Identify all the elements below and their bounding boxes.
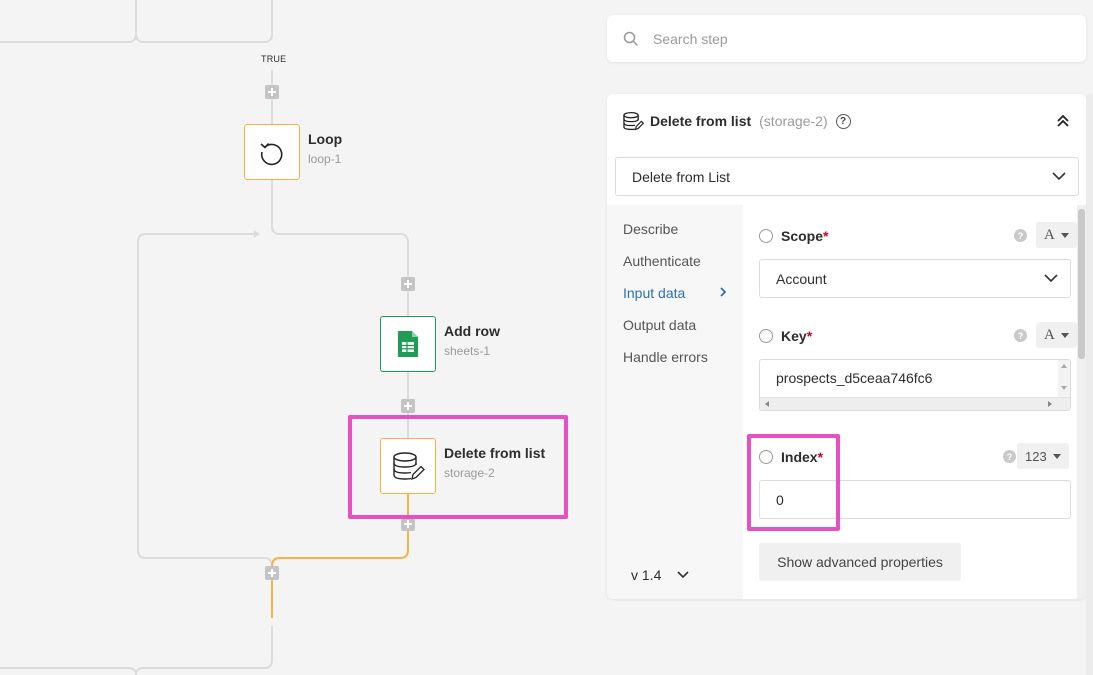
scope-type-toggle[interactable]: A (1036, 222, 1077, 248)
key-textarea-vscroll[interactable] (1058, 360, 1070, 398)
add-row-node[interactable] (380, 316, 436, 372)
key-radio[interactable] (759, 329, 773, 343)
loop-node-title: Loop (308, 131, 343, 147)
help-icon[interactable]: ? (835, 113, 851, 129)
add-step-button[interactable] (401, 277, 415, 291)
key-label: Key* (781, 328, 813, 344)
search-step-bar (607, 15, 1086, 62)
chevron-right-icon (720, 287, 727, 297)
index-input[interactable]: 0 (759, 480, 1071, 519)
scope-select[interactable]: Account (759, 259, 1071, 298)
key-textarea-hscroll[interactable] (760, 397, 1070, 410)
help-icon[interactable]: ? (1014, 329, 1027, 342)
add-row-node-id: sheets-1 (444, 344, 491, 358)
panel-title: Delete from list (650, 113, 752, 129)
database-edit-icon (623, 111, 644, 131)
scope-select-value: Account (776, 270, 827, 287)
add-step-button[interactable] (265, 566, 279, 580)
tab-output-data[interactable]: Output data (623, 317, 696, 333)
operation-select-value: Delete from List (632, 168, 731, 185)
index-label: Index* (781, 449, 824, 465)
collapse-panel-icon[interactable] (1054, 112, 1072, 130)
chevron-down-icon (677, 571, 689, 579)
search-icon (623, 31, 639, 46)
add-step-button[interactable] (265, 85, 279, 99)
connector-lines (0, 0, 409, 675)
panel-header: Delete from list (storage-2) ? (607, 94, 1086, 148)
loop-node-id: loop-1 (308, 152, 342, 166)
scope-radio[interactable] (759, 229, 773, 243)
help-icon[interactable]: ? (1014, 229, 1027, 242)
loop-icon (260, 142, 283, 166)
index-value: 0 (776, 491, 784, 508)
form-scrollbar-thumb[interactable] (1078, 209, 1085, 359)
key-textarea[interactable]: prospects_d5ceaa746fc6 (759, 359, 1071, 411)
panel-tabs: Describe Authenticate Input data Output … (607, 205, 743, 599)
google-sheets-icon (398, 331, 418, 357)
version-selector[interactable]: v 1.4 (631, 567, 689, 583)
search-step-input[interactable] (653, 30, 1053, 47)
delete-node-title: Delete from list (444, 445, 546, 461)
loop-node[interactable] (244, 124, 300, 180)
help-icon[interactable]: ? (1003, 450, 1016, 463)
database-edit-icon (393, 452, 425, 481)
index-type-toggle[interactable]: 123 (1017, 443, 1069, 469)
input-data-form: Scope* ? A Account Key* ? A prospects_d5… (743, 205, 1086, 599)
add-step-button[interactable] (401, 399, 415, 413)
delete-node-id: storage-2 (444, 466, 495, 480)
branch-label-true: TRUE (261, 54, 287, 64)
add-row-node-title: Add row (444, 323, 500, 339)
delete-from-list-node[interactable] (380, 438, 436, 494)
add-step-button[interactable] (401, 517, 415, 531)
tab-describe[interactable]: Describe (623, 221, 678, 237)
tab-handle-errors[interactable]: Handle errors (623, 349, 708, 365)
page-scrollbar[interactable] (1086, 94, 1093, 675)
show-advanced-properties-button[interactable]: Show advanced properties (759, 543, 961, 581)
version-label: v 1.4 (631, 567, 662, 583)
operation-select[interactable]: Delete from List (615, 157, 1079, 196)
tab-authenticate[interactable]: Authenticate (623, 253, 701, 269)
panel-step-id: (storage-2) (759, 113, 828, 129)
key-value: prospects_d5ceaa746fc6 (776, 370, 933, 386)
scope-label: Scope* (781, 228, 829, 244)
chevron-down-icon (1044, 274, 1058, 283)
index-radio[interactable] (759, 450, 773, 464)
chevron-down-icon (1052, 172, 1066, 181)
key-type-toggle[interactable]: A (1036, 322, 1077, 348)
step-config-panel: Delete from list (storage-2) ? Delete fr… (607, 94, 1086, 599)
tab-input-data[interactable]: Input data (623, 285, 685, 301)
form-scrollbar[interactable] (1077, 205, 1086, 599)
